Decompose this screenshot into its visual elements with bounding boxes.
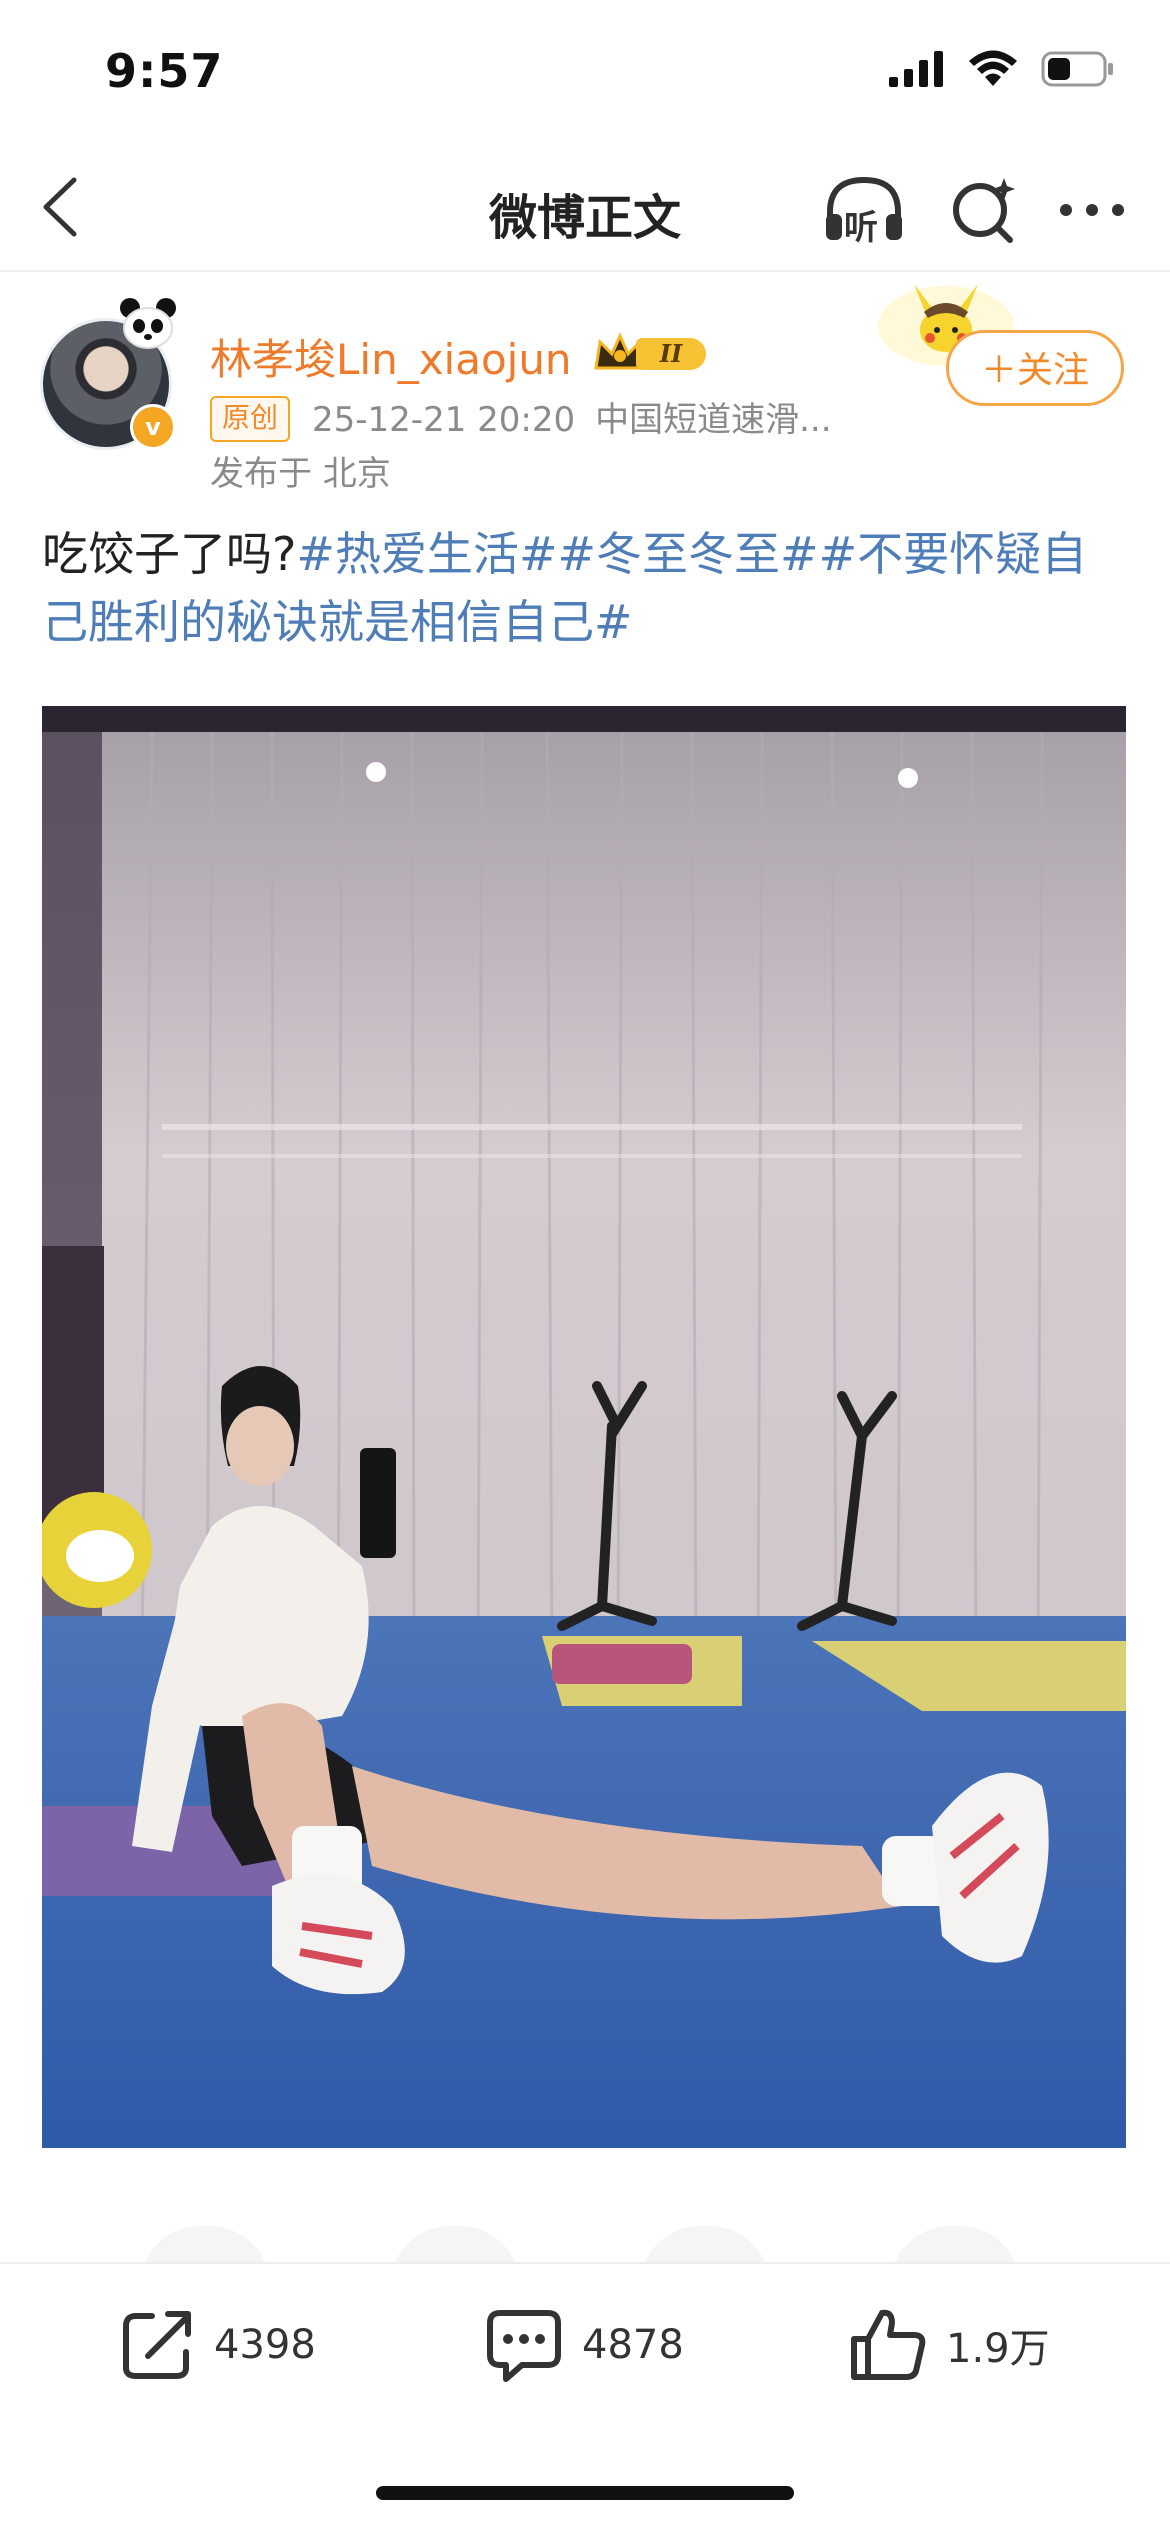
nav-bar: 微博正文 听 xyxy=(0,150,1170,272)
comment-count: 4878 xyxy=(582,2322,684,2368)
author-name[interactable]: 林孝埈Lin_xiaojun xyxy=(210,326,572,387)
vip-badge[interactable]: II xyxy=(592,332,710,376)
battery-icon xyxy=(1041,51,1113,87)
hashtag-link[interactable]: #冬至冬至# xyxy=(558,527,819,581)
more-icon[interactable] xyxy=(1052,170,1132,250)
status-icons xyxy=(889,50,1115,88)
post-photo[interactable] xyxy=(42,706,1126,2148)
cellular-signal-icon xyxy=(889,51,943,87)
post-meta: 25-12-21 20:20 中国短道速滑... xyxy=(312,392,832,441)
like-button[interactable]: 1.9万 xyxy=(848,2300,1050,2390)
listen-label: 听 xyxy=(844,208,878,248)
comment-icon xyxy=(487,2310,561,2382)
vip-level: II xyxy=(659,339,683,368)
comment-button[interactable]: 4878 xyxy=(484,2300,684,2390)
follow-button[interactable]: ＋关注 xyxy=(946,330,1124,406)
post-source[interactable]: 中国短道速滑... xyxy=(595,400,831,440)
search-icon[interactable] xyxy=(944,170,1024,250)
post-location: 发布于 北京 xyxy=(210,454,391,494)
repost-button[interactable]: 4398 xyxy=(118,2300,316,2390)
status-time: 9:57 xyxy=(105,44,224,98)
status-bar: 9:57 xyxy=(0,0,1170,140)
verified-badge: v xyxy=(130,404,176,450)
thumbs-up-icon xyxy=(851,2309,926,2380)
panda-pendant-icon xyxy=(120,298,176,349)
like-count: 1.9万 xyxy=(946,2326,1050,2372)
listen-button[interactable]: 听 xyxy=(822,170,906,250)
share-icon xyxy=(123,2311,191,2379)
post-timestamp: 25-12-21 20:20 xyxy=(312,400,576,440)
original-tag: 原创 xyxy=(210,396,291,442)
post-text: 吃饺子了吗?#热爱生活##冬至冬至##不要怀疑自己胜利的秘诀就是相信自己# xyxy=(42,520,1132,656)
wifi-icon xyxy=(969,50,1017,86)
post-text-plain: 吃饺子了吗? xyxy=(42,527,297,581)
vip-level-chip: II xyxy=(636,338,706,370)
repost-count: 4398 xyxy=(214,2322,316,2368)
home-indicator[interactable] xyxy=(376,2486,794,2500)
hashtag-link[interactable]: #热爱生活# xyxy=(296,527,557,581)
